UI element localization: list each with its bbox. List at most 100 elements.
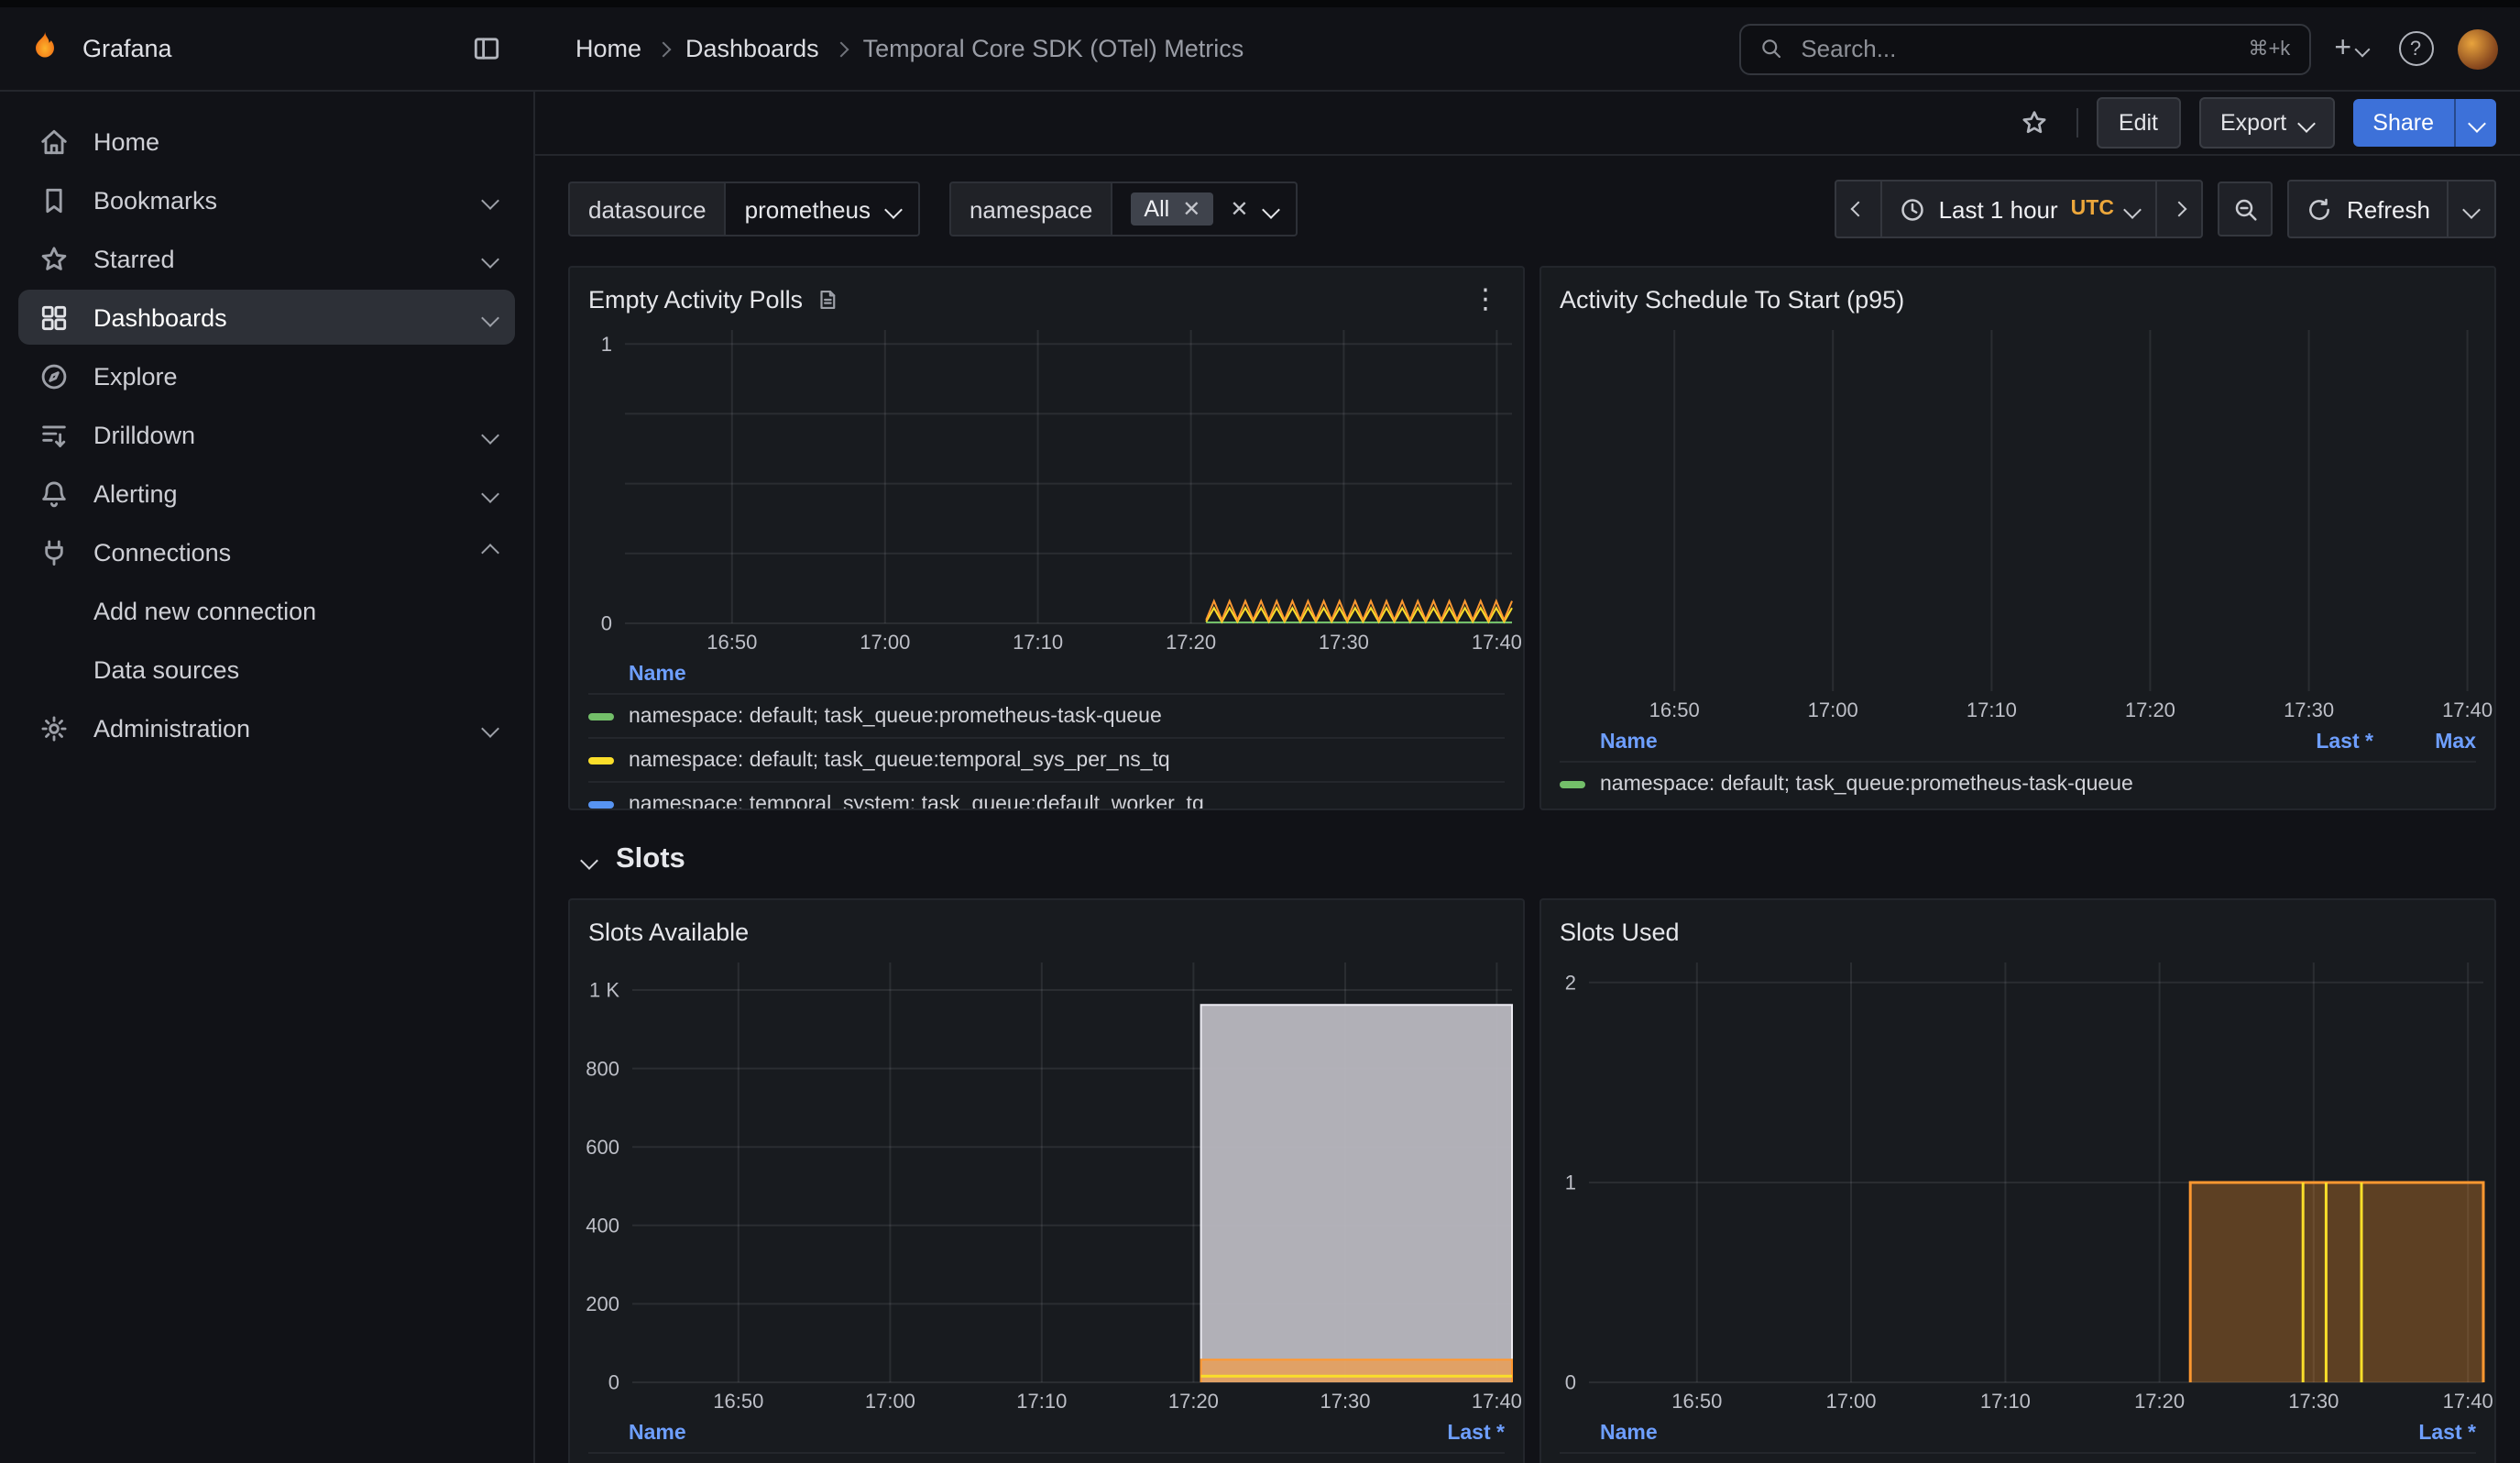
chevron-down-icon[interactable] xyxy=(481,249,499,268)
legend-column-name[interactable]: Name xyxy=(588,1423,1391,1445)
legend-row: namespace: default; task_queue:temporal_… xyxy=(588,737,1505,781)
refresh-interval-button[interactable] xyxy=(2447,182,2494,236)
panel-menu-button[interactable]: ⋮ xyxy=(1466,282,1505,315)
panel-title[interactable]: Empty Activity Polls xyxy=(588,285,803,313)
panel-title[interactable]: Slots Available xyxy=(588,918,749,945)
legend-header: Name Last * xyxy=(1560,1415,2476,1452)
series-label[interactable]: namespace: default; task_queue:prometheu… xyxy=(629,705,1505,727)
sidebar-toggle-icon[interactable] xyxy=(462,25,509,72)
legend-column-name[interactable]: Name xyxy=(1560,732,2260,754)
refresh-label: Refresh xyxy=(2347,195,2430,223)
timeseries-chart[interactable]: 16:5017:0017:1017:2017:3017:400200400600… xyxy=(570,952,1523,1415)
time-range-picker[interactable]: Last 1 hour UTC xyxy=(1880,182,2156,236)
dashboard-toolbar: Edit Export Share xyxy=(535,92,2520,156)
datasource-value: prometheus xyxy=(745,195,871,223)
remove-icon[interactable]: ✕ xyxy=(1182,198,1200,220)
sidebar-item-dashboards[interactable]: Dashboards xyxy=(18,290,515,345)
series-swatch xyxy=(588,712,614,720)
edit-button[interactable]: Edit xyxy=(2097,97,2180,148)
sidebar-item-alerting[interactable]: Alerting xyxy=(18,466,515,521)
search-box[interactable]: ⌘+k xyxy=(1738,23,2310,74)
panel-activity-schedule-to-start: Activity Schedule To Start (p95) 16:5017… xyxy=(1539,266,2496,810)
home-icon xyxy=(37,126,70,157)
svg-text:0: 0 xyxy=(601,612,612,635)
svg-text:200: 200 xyxy=(586,1292,619,1315)
sidebar-item-label: Add new connection xyxy=(93,597,316,624)
svg-text:600: 600 xyxy=(586,1136,619,1159)
time-shift-back-button[interactable] xyxy=(1836,182,1880,236)
top-navigation-bar: Grafana Home Dashboards Temporal Core SD… xyxy=(0,7,2520,92)
namespace-chip[interactable]: All ✕ xyxy=(1131,192,1213,226)
grafana-logo[interactable] xyxy=(26,29,64,68)
share-button[interactable]: Share xyxy=(2352,99,2454,147)
chevron-down-icon[interactable] xyxy=(481,308,499,326)
clock-icon xyxy=(1899,195,1926,223)
series-label[interactable]: namespace: default; task_queue:prometheu… xyxy=(1600,773,2260,795)
refresh-button[interactable]: Refresh xyxy=(2290,182,2447,236)
sidebar-item-add-new-connection[interactable]: Add new connection xyxy=(18,583,515,638)
svg-text:17:40: 17:40 xyxy=(2442,698,2493,721)
svg-text:800: 800 xyxy=(586,1057,619,1080)
sidebar-item-data-sources[interactable]: Data sources xyxy=(18,642,515,697)
compass-icon xyxy=(37,360,70,391)
svg-text:17:00: 17:00 xyxy=(1808,698,1858,721)
chevron-down-icon[interactable] xyxy=(481,719,499,737)
series-swatch xyxy=(1560,780,1585,787)
sidebar-item-drilldown[interactable]: Drilldown xyxy=(18,407,515,462)
help-icon[interactable]: ? xyxy=(2392,25,2439,72)
series-label[interactable]: namespace: default; task_queue:temporal_… xyxy=(629,749,1505,771)
chevron-down-icon[interactable] xyxy=(481,191,499,209)
favorite-star-icon[interactable] xyxy=(2011,99,2058,147)
sidebar-item-explore[interactable]: Explore xyxy=(18,348,515,403)
time-shift-forward-button[interactable] xyxy=(2156,182,2202,236)
chevron-down-icon xyxy=(884,200,903,218)
svg-text:16:50: 16:50 xyxy=(1671,1390,1722,1413)
chevron-down-icon[interactable] xyxy=(481,484,499,502)
legend-column-last[interactable]: Last * xyxy=(1391,1423,1505,1445)
sidebar-item-home[interactable]: Home xyxy=(18,114,515,169)
add-button[interactable]: + xyxy=(2328,25,2373,72)
svg-text:17:30: 17:30 xyxy=(2284,698,2334,721)
breadcrumb-dashboards[interactable]: Dashboards xyxy=(685,35,819,62)
timeseries-chart[interactable]: 16:5017:0017:1017:2017:3017:40 xyxy=(1541,319,2494,724)
namespace-variable: namespace All ✕ ✕ xyxy=(949,182,1298,236)
legend-column-name[interactable]: Name xyxy=(588,664,1505,686)
avatar[interactable] xyxy=(2458,28,2498,69)
svg-text:17:30: 17:30 xyxy=(1320,1390,1370,1413)
panel-title[interactable]: Slots Used xyxy=(1560,918,1680,945)
series-label[interactable]: namespace: temporal_system; task_queue:d… xyxy=(629,793,1505,808)
timeseries-chart[interactable]: 16:5017:0017:1017:2017:3017:40012 xyxy=(1541,952,2494,1415)
share-split-button[interactable]: Share xyxy=(2352,99,2496,147)
panel-title[interactable]: Activity Schedule To Start (p95) xyxy=(1560,285,1904,313)
sidebar-item-starred[interactable]: Starred xyxy=(18,231,515,286)
zoom-out-button[interactable] xyxy=(2219,182,2273,236)
export-button[interactable]: Export xyxy=(2198,97,2334,148)
chevron-down-icon[interactable] xyxy=(481,425,499,444)
bell-icon xyxy=(37,478,70,509)
sidebar-item-label: Alerting xyxy=(93,479,178,507)
chevron-up-icon[interactable] xyxy=(481,543,499,561)
sidebar-item-administration[interactable]: Administration xyxy=(18,700,515,755)
section-slots[interactable]: Slots xyxy=(568,836,2496,884)
time-range-group: Last 1 hour UTC xyxy=(1835,180,2204,238)
sidebar-item-connections[interactable]: Connections xyxy=(18,524,515,579)
legend-column-last[interactable]: Last * xyxy=(2260,732,2373,754)
namespace-select[interactable]: All ✕ ✕ xyxy=(1111,182,1298,236)
template-variables: datasource prometheus namespace All xyxy=(568,182,1298,236)
clear-icon[interactable]: ✕ xyxy=(1230,198,1248,220)
star-icon xyxy=(37,243,70,274)
timeseries-chart[interactable]: 16:5017:0017:1017:2017:3017:4001 xyxy=(570,319,1523,656)
datasource-select[interactable]: prometheus xyxy=(725,182,920,236)
svg-text:0: 0 xyxy=(1565,1371,1576,1394)
dashboards-grid-icon xyxy=(37,302,70,333)
breadcrumb-home[interactable]: Home xyxy=(575,35,641,62)
share-menu-button[interactable] xyxy=(2454,99,2496,147)
svg-text:1 K: 1 K xyxy=(589,979,619,1002)
panel-description-icon[interactable] xyxy=(816,287,839,311)
legend-column-last[interactable]: Last * xyxy=(2362,1423,2476,1445)
legend-column-max[interactable]: Max xyxy=(2373,732,2476,754)
search-input[interactable] xyxy=(1797,33,2233,64)
legend-column-name[interactable]: Name xyxy=(1560,1423,2362,1445)
sidebar-item-bookmarks[interactable]: Bookmarks xyxy=(18,172,515,227)
panel-slots-available: Slots Available 16:5017:0017:1017:2017:3… xyxy=(568,898,1525,1463)
